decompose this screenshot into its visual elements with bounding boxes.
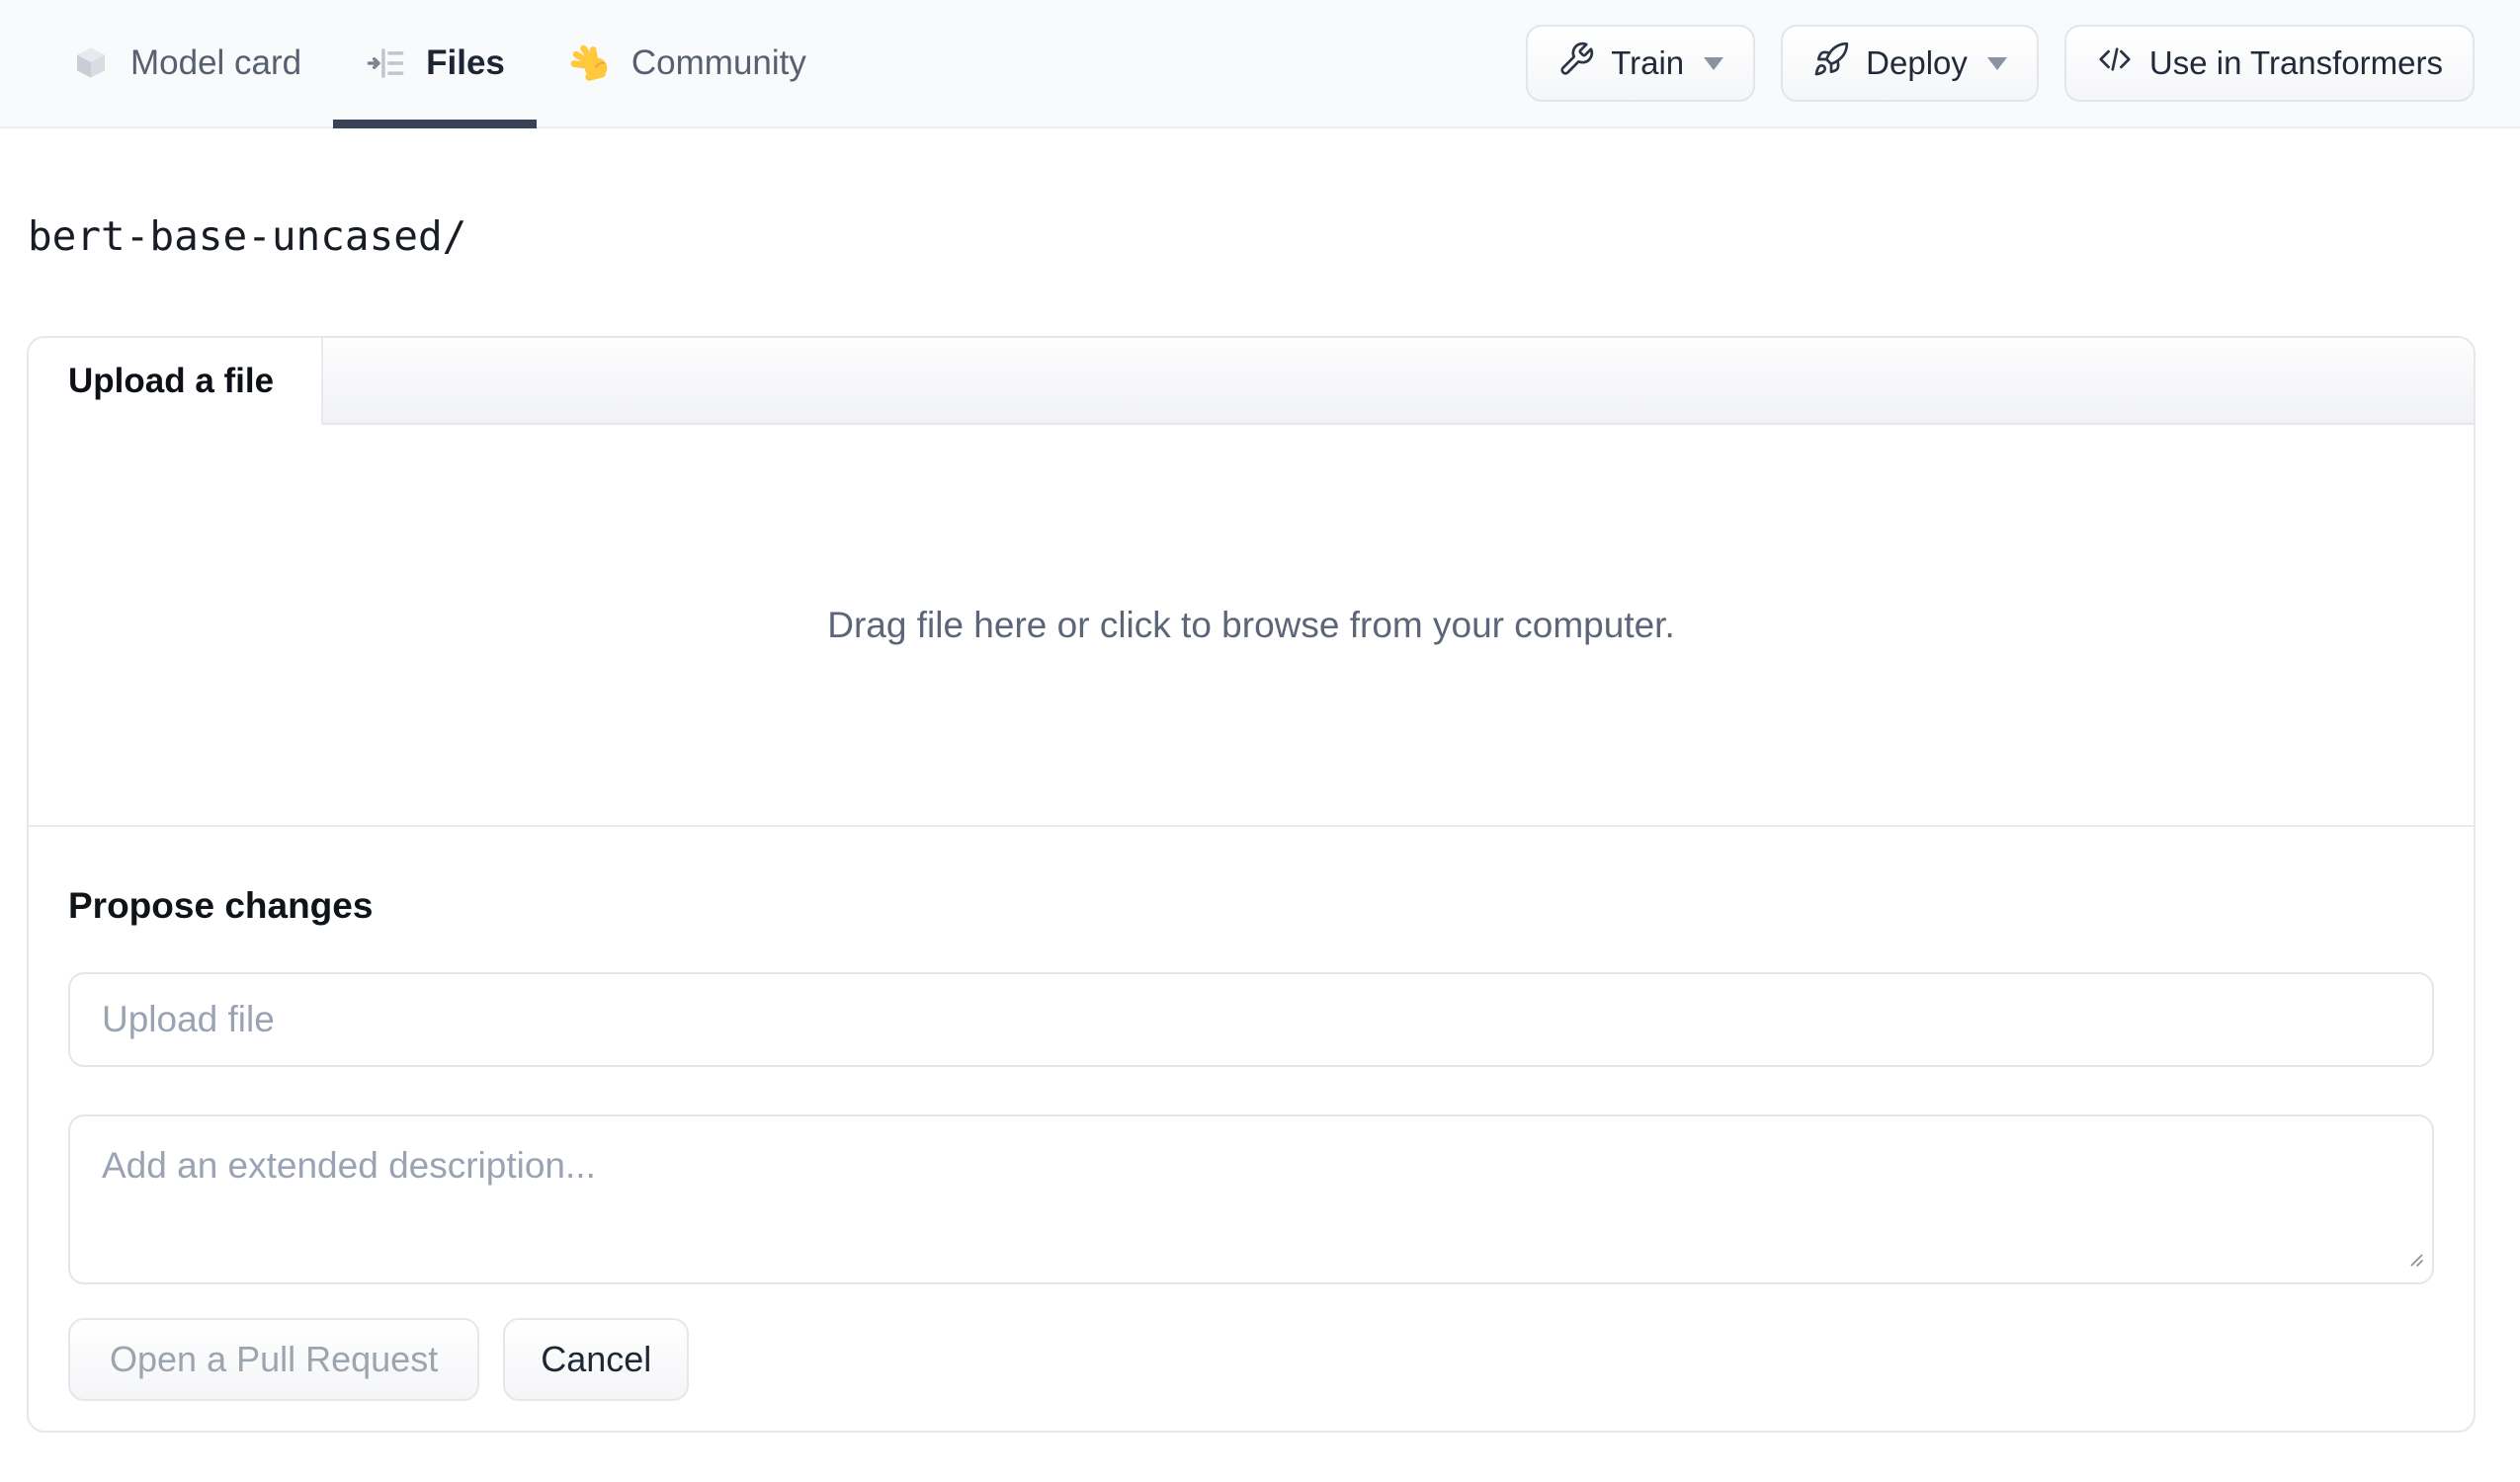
repo-action-buttons: Train Deploy Use in Transformers [1526,0,2475,126]
form-actions-row: Open a Pull Request Cancel [68,1317,2434,1401]
tab-files[interactable]: Files [333,0,537,128]
tab-files-label: Files [426,43,505,82]
deploy-button-label: Deploy [1866,44,1968,81]
wrench-icon [1557,41,1595,86]
use-in-transformers-button[interactable]: Use in Transformers [2063,25,2475,102]
rocket-icon [1812,41,1850,86]
tab-community-label: Community [630,43,806,82]
upload-a-file-tab[interactable]: Upload a file [29,338,323,426]
cancel-button[interactable]: Cancel [503,1317,690,1401]
repo-nav-bar: Model card Files Community Train Deploy … [0,0,2520,128]
deploy-button[interactable]: Deploy [1781,25,2039,102]
train-button-label: Train [1611,44,1685,81]
tab-model-card[interactable]: Model card [40,0,333,126]
open-pull-request-button[interactable]: Open a Pull Request [68,1317,480,1401]
propose-changes-heading: Propose changes [68,885,374,927]
extended-description-textarea[interactable] [68,1113,2434,1284]
use-in-transformers-label: Use in Transformers [2148,44,2443,81]
dropzone-hint-text: Drag file here or click to browse from y… [827,604,1675,645]
chevron-down-icon [1704,56,1724,70]
train-button[interactable]: Train [1526,25,1756,102]
cube-icon [71,43,111,83]
list-tree-icon [365,42,406,84]
chevron-down-icon [1986,56,2007,70]
waving-hand-icon [568,41,612,85]
description-field-wrapper [68,1113,2434,1284]
upload-filename-input[interactable] [68,971,2434,1067]
tab-community[interactable]: Community [537,0,838,126]
upload-card-tab-strip: Upload a file [29,338,2474,426]
file-dropzone[interactable]: Drag file here or click to browse from y… [29,425,2474,826]
upload-card: Upload a file Drag file here or click to… [27,336,2476,1433]
code-icon [2096,41,2134,86]
tab-model-card-label: Model card [130,43,302,82]
propose-changes-section: Propose changes Open a Pull Request Canc… [29,825,2474,1430]
tab-strip-filler [323,338,2474,426]
breadcrumb[interactable]: bert-base-uncased/ [28,212,2520,260]
repo-tabs: Model card Files Community [40,0,838,128]
